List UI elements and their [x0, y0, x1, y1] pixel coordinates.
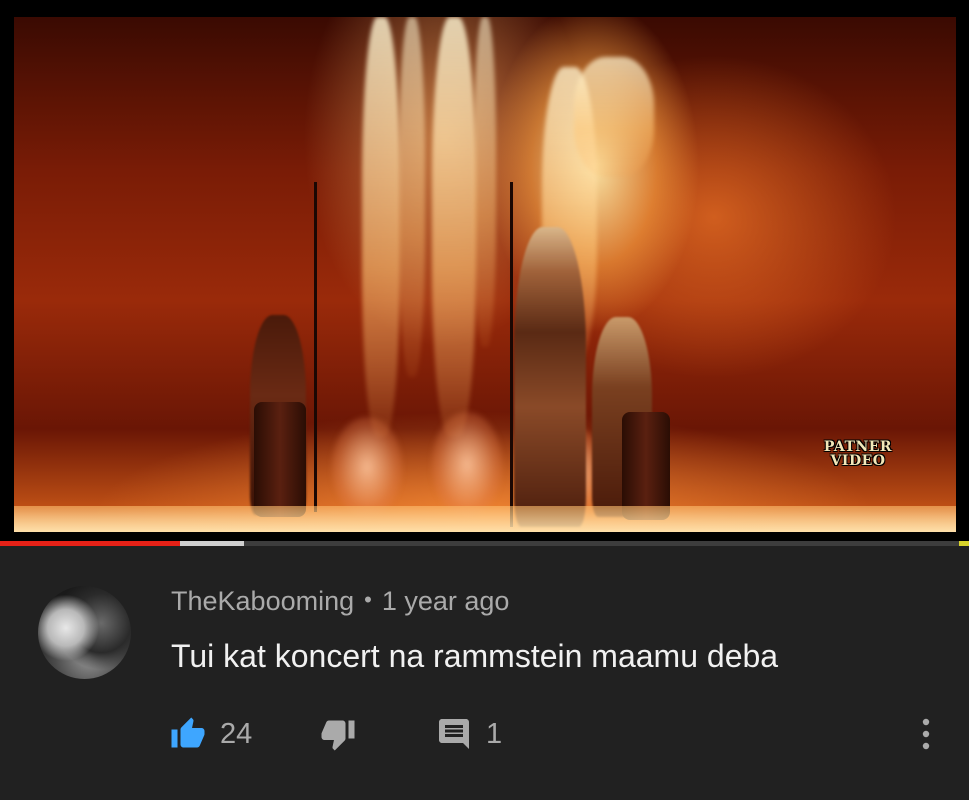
avatar[interactable]: [38, 586, 131, 679]
dislike-button[interactable]: [320, 716, 356, 752]
like-button[interactable]: 24: [170, 716, 252, 752]
watermark-line-1: PATNER: [823, 439, 893, 455]
thumbs-down-icon: [321, 720, 355, 751]
separator-dot: •: [364, 587, 372, 612]
comment-author[interactable]: TheKabooming: [171, 586, 354, 616]
thumbs-up-icon: [171, 717, 205, 748]
reply-count: 1: [486, 717, 503, 750]
more-vert-icon[interactable]: [916, 716, 936, 752]
comment-item: TheKabooming • 1 year ago Tui kat koncert …: [0, 546, 969, 800]
comment-reply-icon: [439, 719, 469, 749]
comment-text: Tui kat koncert na rammstein maamu deba: [171, 638, 779, 674]
comment-header: TheKabooming • 1 year ago: [171, 586, 509, 617]
watermark-line-2: VIDEO: [830, 453, 886, 469]
video-frame-image: [14, 17, 956, 532]
reply-button[interactable]: 1: [436, 716, 502, 752]
comment-timestamp: 1 year ago: [381, 586, 510, 616]
video-player[interactable]: PATNER VIDEO: [0, 0, 969, 541]
like-count: 24: [220, 717, 253, 750]
channel-watermark: PATNER VIDEO: [820, 440, 896, 468]
